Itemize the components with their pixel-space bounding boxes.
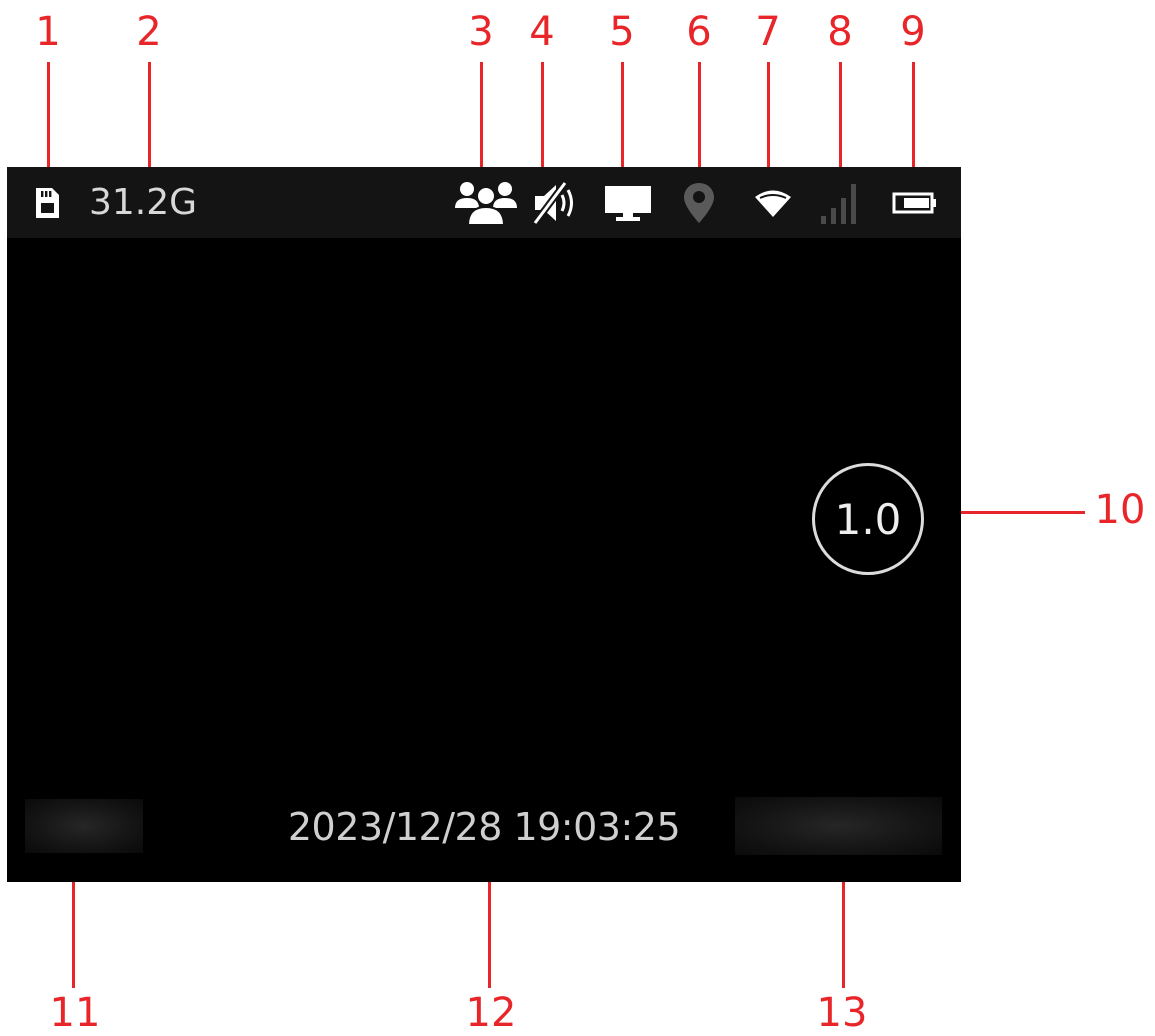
sd-card-icon <box>29 167 65 238</box>
leader-line-6 <box>698 62 701 172</box>
callout-13: 13 <box>816 990 868 1036</box>
leader-line-3 <box>480 62 483 172</box>
leader-line-5 <box>621 62 624 172</box>
callout-11: 11 <box>49 990 101 1036</box>
callout-5: 5 <box>609 9 635 55</box>
leader-line-2 <box>148 62 151 172</box>
device-screen: 31.2G 1.0 2023/12/28 19:03:25 <box>7 167 961 882</box>
callout-2: 2 <box>136 9 162 55</box>
bottom-right-indicator <box>735 797 942 855</box>
callout-10: 10 <box>1094 487 1146 533</box>
leader-line-12 <box>488 880 491 988</box>
signal-bars-icon <box>817 167 863 238</box>
users-icon <box>451 167 521 238</box>
callout-8: 8 <box>827 9 853 55</box>
callout-7: 7 <box>755 9 781 55</box>
leader-line-9 <box>912 62 915 172</box>
status-bar: 31.2G <box>7 167 961 238</box>
callout-1: 1 <box>35 9 61 55</box>
leader-line-11 <box>72 880 75 988</box>
zoom-indicator: 1.0 <box>812 463 924 575</box>
leader-line-7 <box>767 62 770 172</box>
location-pin-icon <box>677 167 721 238</box>
battery-icon <box>889 167 941 238</box>
leader-line-8 <box>839 62 842 172</box>
callout-9: 9 <box>900 9 926 55</box>
monitor-icon <box>601 167 655 238</box>
storage-capacity: 31.2G <box>89 182 198 223</box>
callout-6: 6 <box>686 9 712 55</box>
callout-4: 4 <box>529 9 555 55</box>
wifi-icon <box>751 167 795 238</box>
callout-3: 3 <box>468 9 494 55</box>
leader-line-13 <box>842 880 845 988</box>
mute-icon <box>529 167 585 238</box>
leader-line-1 <box>47 62 50 172</box>
leader-line-10 <box>961 511 1085 514</box>
leader-line-4 <box>541 62 544 172</box>
callout-12: 12 <box>465 990 517 1036</box>
